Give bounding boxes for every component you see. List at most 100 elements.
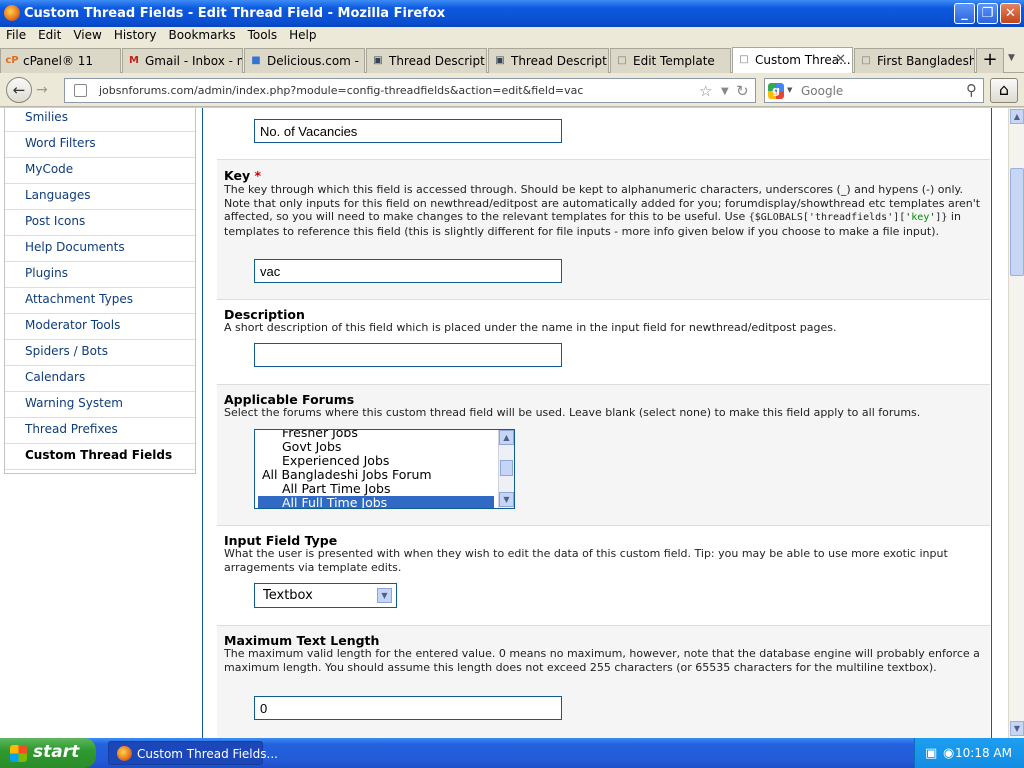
tab-label: Thread Descriptions <box>389 54 487 68</box>
network-icon[interactable]: ▣ <box>925 746 937 761</box>
tab-custom-thread-fields[interactable]: □ Custom Threa... ✕ <box>732 47 853 73</box>
mybb-icon: ▣ <box>373 55 383 66</box>
tab-thread-descriptions-1[interactable]: ▣ Thread Descriptions <box>366 48 487 73</box>
sidebar-item-custom-thread-fields[interactable]: Custom Thread Fields <box>5 444 195 470</box>
tab-label: First Bangladeshi ... <box>877 54 975 68</box>
close-tab-icon[interactable]: ✕ <box>835 52 846 67</box>
tab-delicious[interactable]: ■ Delicious.com - Di... <box>244 48 365 73</box>
sidebar-item-languages[interactable]: Languages <box>5 184 195 210</box>
tab-label: Thread Descriptions <box>511 54 609 68</box>
delicious-icon: ■ <box>251 55 261 66</box>
description-label: Description <box>224 307 305 322</box>
gmail-icon: M <box>129 55 139 66</box>
bookmark-star-icon[interactable]: ☆ <box>699 82 712 100</box>
menu-view[interactable]: View <box>67 27 107 43</box>
clock: 10:18 AM <box>955 746 1012 760</box>
google-icon[interactable]: g <box>768 83 784 99</box>
applicable-forums-help-text: Select the forums where this custom thre… <box>224 406 921 419</box>
key-input[interactable] <box>254 259 562 283</box>
tab-first-bangladeshi[interactable]: □ First Bangladeshi ... <box>854 48 975 73</box>
maximum-text-length-input[interactable] <box>254 696 562 720</box>
input-field-type-label: Input Field Type <box>224 533 338 548</box>
tab-label: Edit Template <box>633 54 715 68</box>
menu-help[interactable]: Help <box>283 27 322 43</box>
tab-cpanel[interactable]: cP cPanel® 11 <box>0 48 121 73</box>
scroll-up-icon[interactable]: ▲ <box>499 430 514 445</box>
scroll-thumb[interactable] <box>1010 168 1024 276</box>
sidebar-item-spiders-bots[interactable]: Spiders / Bots <box>5 340 195 366</box>
firefox-icon <box>117 746 132 761</box>
sidebar-item-thread-prefixes[interactable]: Thread Prefixes <box>5 418 195 444</box>
forward-button[interactable]: → <box>36 82 48 98</box>
sidebar-item-help-documents[interactable]: Help Documents <box>5 236 195 262</box>
forum-option-selected[interactable]: All Full Time Jobs <box>258 496 494 508</box>
forum-option[interactable]: Govt Jobs <box>258 440 494 454</box>
close-button[interactable]: ✕ <box>1000 3 1021 24</box>
key-row: Key * The key through which this field i… <box>217 160 990 300</box>
sidebar-item-calendars[interactable]: Calendars <box>5 366 195 392</box>
scroll-thumb[interactable] <box>500 460 513 476</box>
menu-file[interactable]: File <box>0 27 32 43</box>
url-text: jobsnforums.com/admin/index.php?module=c… <box>99 84 584 97</box>
description-input[interactable] <box>254 343 562 367</box>
forums-multiselect[interactable]: Fresher Jobs Govt Jobs Experienced Jobs … <box>254 429 515 509</box>
home-button[interactable]: ⌂ <box>990 78 1018 103</box>
site-identity-icon[interactable] <box>74 84 87 97</box>
page-scrollbar[interactable]: ▲ ▼ <box>1008 108 1024 738</box>
title-row <box>217 108 990 160</box>
maximum-text-length-help-text: The maximum valid length for the entered… <box>224 647 980 674</box>
tab-thread-descriptions-2[interactable]: ▣ Thread Descriptions <box>488 48 609 73</box>
forum-option[interactable]: All Bangladeshi Jobs Forum <box>258 468 494 482</box>
minimize-button[interactable]: _ <box>954 3 975 24</box>
scroll-down-icon[interactable]: ▼ <box>1010 721 1024 736</box>
tab-edit-template[interactable]: □ Edit Template <box>610 48 731 73</box>
taskbar-item-firefox[interactable]: Custom Thread Fields... <box>108 741 278 765</box>
menu-bookmarks[interactable]: Bookmarks <box>163 27 242 43</box>
dropdown-arrow-icon[interactable]: ▼ <box>721 86 729 97</box>
sidebar-item-warning-system[interactable]: Warning System <box>5 392 195 418</box>
menu-history[interactable]: History <box>108 27 163 43</box>
start-label: start <box>33 742 80 762</box>
scroll-up-icon[interactable]: ▲ <box>1010 109 1024 124</box>
back-button[interactable]: ← <box>6 77 32 103</box>
tab-label: Gmail - Inbox - m... <box>145 54 242 68</box>
code-part-b: key <box>911 212 930 223</box>
sidebar-item-smilies[interactable]: Smilies <box>5 108 195 132</box>
sidebar-item-plugins[interactable]: Plugins <box>5 262 195 288</box>
reload-icon[interactable]: ↻ <box>736 82 749 100</box>
forum-option[interactable]: Experienced Jobs <box>258 454 494 468</box>
firefox-icon <box>4 5 20 21</box>
forum-option[interactable]: All Part Time Jobs <box>258 482 494 496</box>
chevron-down-icon[interactable]: ▼ <box>377 588 392 603</box>
volume-icon[interactable]: ◉ <box>943 746 954 761</box>
sidebar-item-attachment-types[interactable]: Attachment Types <box>5 288 195 314</box>
search-icon[interactable]: ⚲ <box>966 81 977 99</box>
description-row: Description A short description of this … <box>217 300 990 385</box>
scroll-down-icon[interactable]: ▼ <box>499 492 514 507</box>
tab-bar: cP cPanel® 11 M Gmail - Inbox - m... ■ Deli… <box>0 45 1024 73</box>
sidebar-item-post-icons[interactable]: Post Icons <box>5 210 195 236</box>
tab-list-icon[interactable]: ▼ <box>1008 53 1015 63</box>
input-field-type-select[interactable]: Textbox ▼ <box>254 583 397 608</box>
sidebar-item-word-filters[interactable]: Word Filters <box>5 132 195 158</box>
forums-list-scrollbar[interactable]: ▲ ▼ <box>498 430 514 508</box>
new-tab-button[interactable]: + <box>976 48 1004 73</box>
code-part-c: ']} <box>929 212 948 223</box>
search-engine-dropdown-icon[interactable]: ▼ <box>787 86 792 94</box>
search-bar[interactable]: g ▼ Google ⚲ <box>764 78 984 103</box>
menu-edit[interactable]: Edit <box>32 27 67 43</box>
taskbar-item-label: Custom Thread Fields... <box>137 747 278 761</box>
mybb-icon: ▣ <box>495 55 505 66</box>
menu-tools[interactable]: Tools <box>242 27 284 43</box>
tab-gmail[interactable]: M Gmail - Inbox - m... <box>122 48 243 73</box>
page-icon: □ <box>617 55 627 66</box>
cpanel-icon: cP <box>5 55 19 66</box>
sidebar-item-moderator-tools[interactable]: Moderator Tools <box>5 314 195 340</box>
start-button[interactable]: start <box>0 738 96 768</box>
title-input[interactable] <box>254 119 562 143</box>
key-label-text: Key <box>224 168 251 183</box>
sidebar-item-mycode[interactable]: MyCode <box>5 158 195 184</box>
navigation-bar: ← → jobsnforums.com/admin/index.php?modu… <box>0 73 1024 107</box>
maximize-button[interactable]: ❐ <box>977 3 998 24</box>
url-bar[interactable]: jobsnforums.com/admin/index.php?module=c… <box>64 78 756 103</box>
